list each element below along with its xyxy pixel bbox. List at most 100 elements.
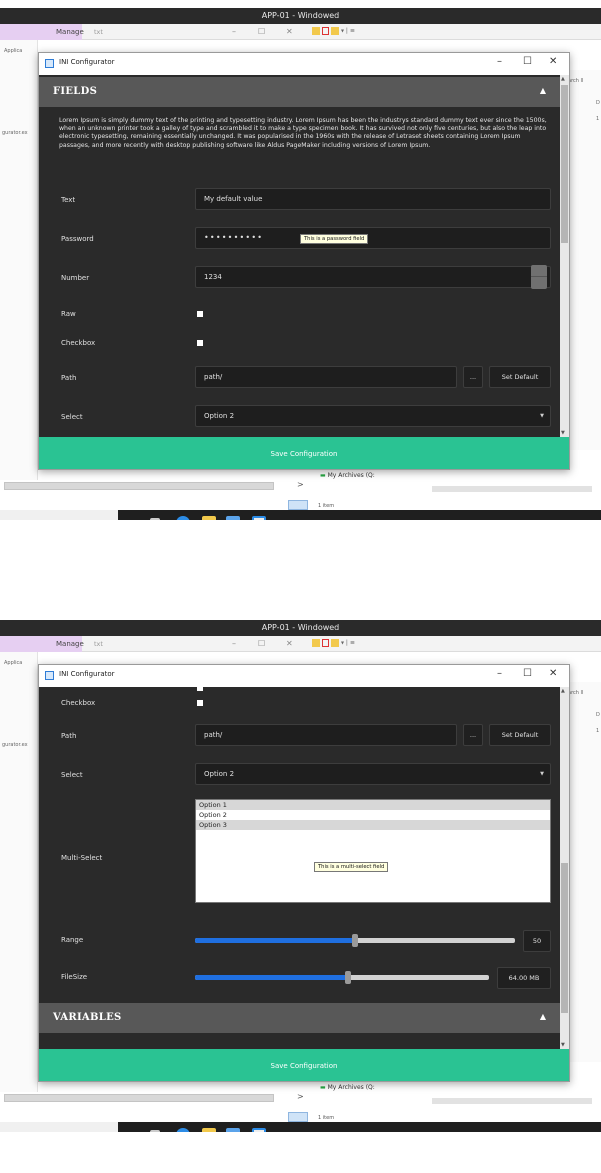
filesize-value-box[interactable]: 64.00 MB	[497, 967, 551, 989]
range-slider[interactable]	[195, 934, 515, 947]
number-field-input[interactable]: 1234	[195, 266, 551, 288]
checkbox-field-label: Checkbox	[61, 339, 96, 347]
multiselect-option[interactable]: Option 2	[196, 810, 550, 820]
host-left-file[interactable]: gurator.ex	[2, 130, 28, 136]
save-configuration-button[interactable]: Save Configuration	[39, 1049, 569, 1081]
configurator-scrollbar[interactable]: ▲ ▼	[560, 687, 569, 1049]
edge-browser-icon[interactable]	[176, 516, 190, 520]
variables-section-header[interactable]: VARIABLES ▲	[39, 1003, 560, 1033]
configurator-scrollbar[interactable]: ▲ ▼	[560, 75, 569, 437]
maximize-icon[interactable]: ☐	[523, 668, 532, 679]
configurator-window: INI Configurator – ☐ ✕ Checkbox Path pat…	[38, 664, 570, 1082]
scroll-down-icon[interactable]: ▼	[561, 430, 565, 436]
set-default-button[interactable]: Set Default	[489, 724, 551, 746]
checkbox-input[interactable]	[197, 700, 203, 706]
scroll-up-icon[interactable]: ▲	[561, 688, 565, 694]
select-dropdown[interactable]: Option 2 ▼	[195, 405, 551, 427]
browse-button[interactable]: ...	[463, 366, 483, 388]
task-view-icon[interactable]	[150, 1130, 160, 1132]
browse-button[interactable]: ...	[463, 724, 483, 746]
nav-arrow-icon[interactable]: >	[297, 480, 304, 489]
host-close-icon[interactable]: ✕	[286, 636, 293, 652]
taskbar	[0, 510, 601, 520]
host-maximize-icon[interactable]: ☐	[258, 24, 265, 40]
host-close-icon[interactable]: ✕	[286, 24, 293, 40]
host-search-label[interactable]: arch II	[568, 78, 583, 84]
scrollbar-thumb[interactable]	[561, 85, 568, 243]
folder-icon	[312, 27, 320, 35]
scrollbar-thumb[interactable]	[561, 863, 568, 1013]
folder-icon	[331, 27, 339, 35]
range-slider-handle[interactable]	[352, 934, 358, 947]
minimize-icon[interactable]: –	[497, 668, 502, 679]
nav-arrow-icon[interactable]: >	[297, 1092, 304, 1101]
select-dropdown[interactable]: Option 2 ▼	[195, 763, 551, 785]
select-value: Option 2	[204, 770, 235, 778]
quick-access-toolbar[interactable]: ▾ | ≡	[312, 27, 372, 37]
number-spinner[interactable]	[531, 265, 547, 289]
configurator-titlebar[interactable]: INI Configurator – ☐ ✕	[39, 53, 569, 75]
quick-access-toolbar[interactable]: ▾ | ≡	[312, 639, 372, 649]
taskbar-search[interactable]	[0, 1122, 118, 1132]
save-configuration-button[interactable]: Save Configuration	[39, 437, 569, 469]
path-field-input[interactable]: path/	[195, 724, 457, 746]
host-right-scrollbar[interactable]	[432, 486, 592, 492]
configurator-app-icon[interactable]	[252, 516, 266, 520]
host-minimize-icon[interactable]: –	[232, 24, 236, 40]
checkbox-input[interactable]	[197, 340, 203, 346]
host-left-file[interactable]: gurator.ex	[2, 742, 28, 748]
maximize-icon[interactable]: ☐	[523, 56, 532, 67]
view-toggle-icon[interactable]	[288, 500, 308, 510]
task-view-icon[interactable]	[150, 518, 160, 520]
multiselect-option[interactable]: Option 1	[196, 800, 550, 810]
set-default-button[interactable]: Set Default	[489, 366, 551, 388]
collapse-caret-icon[interactable]: ▲	[540, 1012, 546, 1021]
host-minimize-icon[interactable]: –	[232, 636, 236, 652]
chevron-down-icon: ▼	[540, 771, 544, 777]
number-field-label: Number	[61, 274, 90, 282]
host-manage-tab[interactable]: Manage	[0, 636, 84, 652]
file-explorer-icon[interactable]	[202, 1128, 216, 1132]
configurator-app-icon[interactable]	[252, 1128, 266, 1132]
file-explorer-icon[interactable]	[202, 516, 216, 520]
path-field-input[interactable]: path/	[195, 366, 457, 388]
host-tab-label[interactable]: txt	[94, 636, 103, 652]
close-icon[interactable]: ✕	[549, 668, 557, 679]
raw-checkbox[interactable]	[197, 687, 203, 691]
scroll-down-icon[interactable]: ▼	[561, 1042, 565, 1048]
pdf-icon	[322, 639, 329, 647]
text-field-input[interactable]: My default value	[195, 188, 551, 210]
host-right-scrollbar[interactable]	[432, 1098, 592, 1104]
filesize-slider-handle[interactable]	[344, 971, 351, 984]
host-horizontal-scrollbar[interactable]	[4, 482, 274, 490]
archive-drive-item[interactable]: ▬ My Archives (Q:	[320, 472, 375, 479]
drive-icon: ▬	[320, 1084, 326, 1091]
host-search-label[interactable]: arch II	[568, 690, 583, 696]
scroll-up-icon[interactable]: ▲	[561, 76, 565, 82]
host-manage-tab[interactable]: Manage	[0, 24, 84, 40]
configurator-titlebar[interactable]: INI Configurator – ☐ ✕	[39, 665, 569, 687]
host-maximize-icon[interactable]: ☐	[258, 636, 265, 652]
view-toggle-icon[interactable]	[288, 1112, 308, 1122]
filesize-slider[interactable]	[195, 971, 489, 984]
minimize-icon[interactable]: –	[497, 56, 502, 67]
multiselect-option[interactable]: Option 3	[196, 820, 550, 830]
close-icon[interactable]: ✕	[549, 56, 557, 67]
window-title: INI Configurator	[59, 670, 115, 678]
fields-section-header[interactable]: FIELDS ▲	[39, 77, 560, 107]
password-field-input[interactable]: ••••••••••	[195, 227, 551, 249]
collapse-caret-icon[interactable]: ▲	[540, 86, 546, 95]
tool-app-icon[interactable]	[226, 516, 240, 520]
edge-browser-icon[interactable]	[176, 1128, 190, 1132]
tool-app-icon[interactable]	[226, 1128, 240, 1132]
folder-icon	[312, 639, 320, 647]
taskbar-search[interactable]	[0, 510, 118, 520]
host-horizontal-scrollbar[interactable]	[4, 1094, 274, 1102]
raw-checkbox[interactable]	[197, 311, 203, 317]
archive-drive-item[interactable]: ▬ My Archives (Q:	[320, 1084, 375, 1091]
host-window-title: APP-01 - Windowed	[0, 8, 601, 24]
multiselect-listbox[interactable]: Option 1 Option 2 Option 3	[195, 799, 551, 903]
range-value-box[interactable]: 50	[523, 930, 551, 952]
range-field-label: Range	[61, 936, 84, 944]
host-tab-label[interactable]: txt	[94, 24, 103, 40]
